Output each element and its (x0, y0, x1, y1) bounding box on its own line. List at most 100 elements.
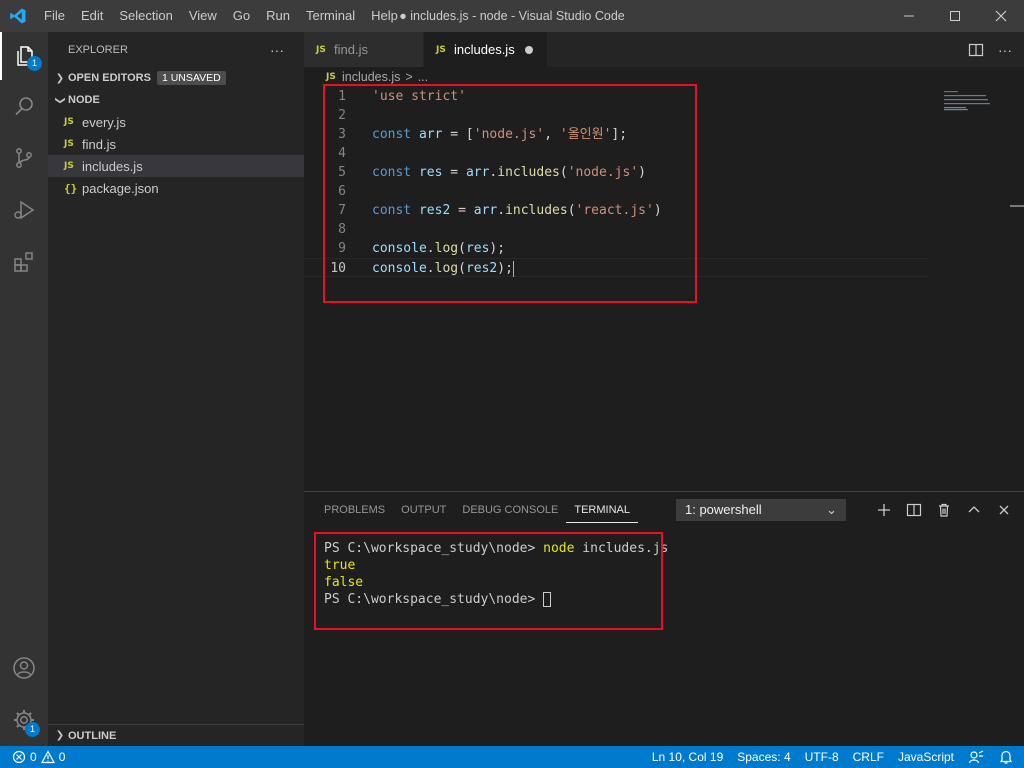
scrollbar-cursor-marker (1010, 205, 1024, 207)
activity-run-debug[interactable] (0, 186, 48, 234)
code-editor[interactable]: 1 'use strict' 2 3 const arr = ['node.js… (304, 84, 1024, 491)
file-includes-js[interactable]: JS includes.js (48, 155, 304, 177)
terminal-line: PS C:\workspace_study\node> (324, 591, 668, 608)
activity-extensions[interactable] (0, 238, 48, 286)
code-token: , (544, 127, 560, 142)
outline-label: OUTLINE (68, 729, 117, 742)
indentation[interactable]: Spaces: 4 (737, 750, 790, 764)
code-token: 'node.js' (473, 127, 545, 142)
file-name: package.json (82, 180, 159, 196)
code-token: ( (567, 203, 576, 218)
menu-go[interactable]: Go (225, 0, 258, 32)
activity-accounts[interactable] (0, 644, 48, 692)
menu-terminal[interactable]: Terminal (298, 0, 363, 32)
open-editors-section[interactable]: ❯ OPEN EDITORS 1 UNSAVED (48, 67, 304, 89)
breadcrumb-file[interactable]: includes.js (342, 70, 400, 84)
title-bar: File Edit Selection View Go Run Terminal… (0, 0, 1024, 32)
menu-view[interactable]: View (181, 0, 225, 32)
end-of-line[interactable]: CRLF (853, 750, 884, 764)
close-panel-icon[interactable] (996, 502, 1012, 518)
maximize-button[interactable] (932, 0, 978, 32)
menu-selection[interactable]: Selection (111, 0, 180, 32)
code-line: 5 const res = arr.includes('node.js') (304, 163, 929, 182)
activity-search[interactable] (0, 82, 48, 130)
file-package-json[interactable]: {} package.json (48, 177, 304, 199)
minimap[interactable] (940, 89, 1010, 149)
tab-problems[interactable]: PROBLEMS (316, 492, 393, 527)
code-token: log (434, 241, 459, 256)
feedback-icon[interactable] (968, 749, 984, 765)
tab-terminal[interactable]: TERMINAL (566, 495, 638, 523)
status-bar: 0 0 Ln 10, Col 19 Spaces: 4 UTF-8 CRLF J… (0, 746, 1024, 768)
explorer-sidebar: EXPLORER ··· ❯ OPEN EDITORS 1 UNSAVED ❯ … (48, 32, 304, 746)
new-terminal-icon[interactable] (876, 502, 892, 518)
vscode-logo-icon (0, 0, 36, 32)
cursor-position[interactable]: Ln 10, Col 19 (652, 750, 723, 764)
menu-edit[interactable]: Edit (73, 0, 111, 32)
account-icon (13, 657, 35, 679)
more-actions-icon[interactable]: ··· (998, 42, 1012, 58)
source-control-icon (16, 148, 32, 168)
file-name: find.js (82, 136, 116, 152)
explorer-more-actions-button[interactable]: ··· (270, 42, 284, 58)
minimize-button[interactable] (886, 0, 932, 32)
maximize-panel-chevron-up-icon[interactable] (966, 502, 982, 518)
notifications-bell-icon[interactable] (998, 749, 1014, 765)
outline-section[interactable]: ❯ OUTLINE (48, 724, 304, 746)
search-icon (15, 97, 33, 116)
javascript-file-icon: JS (326, 72, 336, 82)
code-token: console (372, 261, 427, 276)
tab-debug-console[interactable]: DEBUG CONSOLE (454, 492, 566, 527)
code-token: . (426, 261, 435, 276)
warning-icon (40, 750, 55, 764)
code-token: ); (497, 261, 513, 276)
terminal-line: PS C:\workspace_study\node> node include… (324, 540, 668, 557)
encoding[interactable]: UTF-8 (805, 750, 839, 764)
code-token: arr (473, 203, 498, 218)
code-line-current: 10 console.log(res2); (304, 258, 929, 277)
line-number: 3 (338, 127, 346, 142)
tab-output[interactable]: OUTPUT (393, 492, 454, 527)
terminal-select[interactable]: 1: powershell ⌄ (676, 499, 846, 521)
code-token: res2 (465, 261, 498, 276)
code-token: res (465, 241, 490, 256)
code-token: const (372, 165, 412, 180)
activity-manage[interactable]: 1 (0, 696, 48, 744)
code-token: '올인원' (559, 127, 612, 142)
menu-help[interactable]: Help (363, 0, 406, 32)
language-mode[interactable]: JavaScript (898, 750, 954, 764)
code-token: res2 (418, 203, 451, 218)
split-editor-icon[interactable] (968, 42, 984, 58)
explorer-title: EXPLORER (68, 43, 128, 56)
file-every-js[interactable]: JS every.js (48, 111, 304, 133)
tab-find-js[interactable]: JS find.js (304, 32, 424, 67)
menu-file[interactable]: File (36, 0, 73, 32)
line-number: 7 (338, 203, 346, 218)
tab-includes-js[interactable]: JS includes.js (424, 32, 548, 67)
error-icon (12, 750, 26, 764)
chevron-right-icon: ❯ (55, 730, 65, 741)
activity-bar: 1 1 (0, 32, 48, 746)
folder-section-node[interactable]: ❯ NODE (48, 89, 304, 111)
editor-actions: ··· (968, 32, 1012, 67)
close-window-button[interactable] (978, 0, 1024, 32)
file-find-js[interactable]: JS find.js (48, 133, 304, 155)
error-count: 0 (30, 750, 37, 764)
breadcrumb-symbols[interactable]: ... (418, 70, 428, 84)
run-debug-icon (14, 200, 35, 220)
javascript-file-icon: JS (64, 161, 74, 171)
line-number: 10 (330, 261, 346, 276)
split-terminal-icon[interactable] (906, 502, 922, 518)
trash-icon[interactable] (936, 502, 952, 518)
problems-status[interactable]: 0 0 (0, 750, 65, 764)
menu-run[interactable]: Run (258, 0, 298, 32)
unsaved-dot-icon[interactable] (524, 45, 533, 54)
terminal-output[interactable]: PS C:\workspace_study\node> node include… (324, 540, 668, 608)
code-token: log (434, 261, 459, 276)
explorer-header: EXPLORER ··· (48, 32, 304, 67)
activity-explorer[interactable]: 1 (0, 32, 48, 80)
open-editors-label: OPEN EDITORS (68, 72, 151, 84)
terminal-output-line: false (324, 575, 364, 590)
warning-count: 0 (58, 750, 66, 764)
activity-source-control[interactable] (0, 134, 48, 182)
